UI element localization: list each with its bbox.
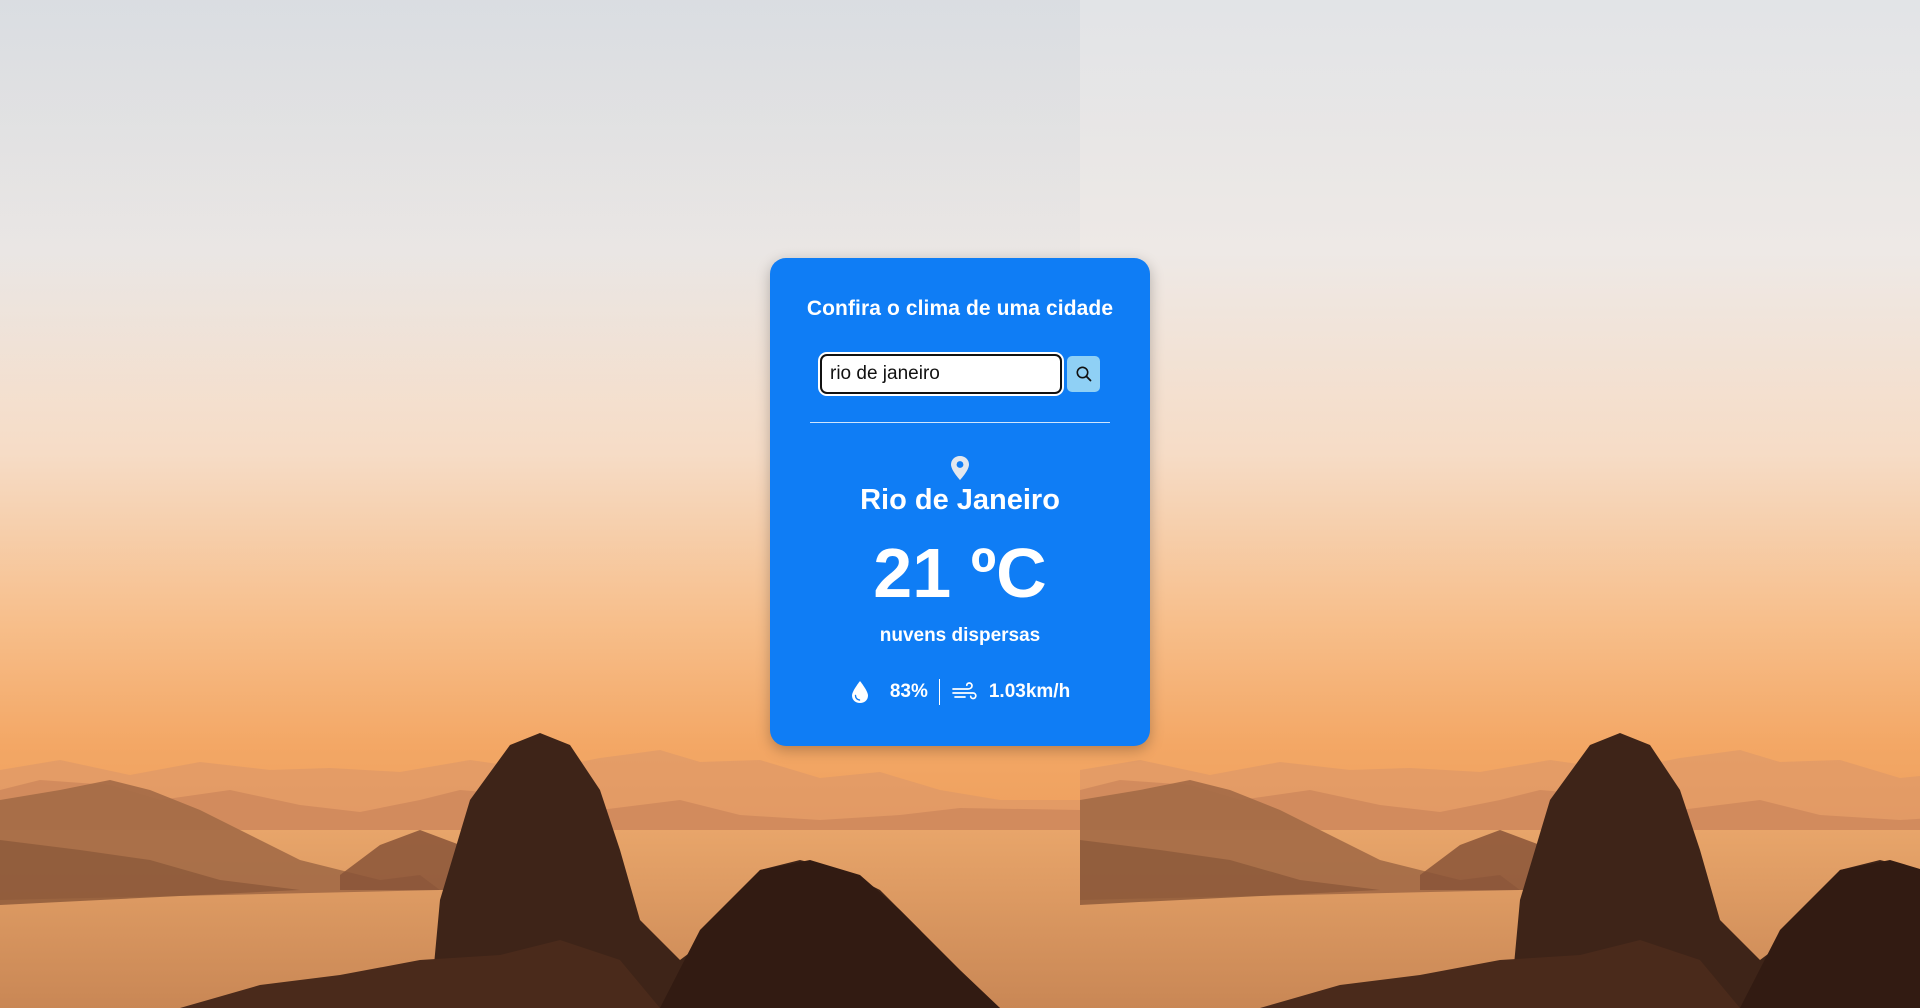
weather-details: 83% 1.03km/h (770, 678, 1150, 706)
weather-description: nuvens dispersas (879, 625, 1041, 646)
search-icon (1076, 366, 1091, 382)
wind-icon (951, 682, 977, 700)
humidity: 83% (850, 680, 928, 704)
weather-card: Confira o clima de uma cidade Rio de Jan… (770, 258, 1150, 746)
details-separator (938, 679, 940, 705)
humidity-value: 83% (889, 681, 928, 702)
wind-value: 1.03km/h (988, 681, 1071, 702)
search-button[interactable] (1067, 356, 1100, 392)
map-pin-icon (951, 456, 969, 480)
temperature: 21 ºC (873, 534, 1047, 612)
card-title: Confira o clima de uma cidade (806, 297, 1114, 320)
city-name: Rio de Janeiro (860, 484, 1060, 516)
city-search-input[interactable] (820, 354, 1062, 394)
divider (810, 422, 1110, 423)
background-image-right (1080, 0, 1920, 1008)
wind: 1.03km/h (951, 681, 1070, 703)
water-drop-icon (851, 681, 868, 703)
